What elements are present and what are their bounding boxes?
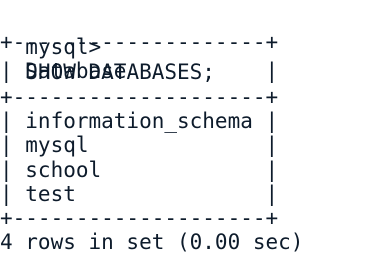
table-row: | school | xyxy=(0,158,279,182)
table-border-bottom: +--------------------+ xyxy=(0,206,279,230)
table-border-header: +--------------------+ xyxy=(0,85,279,109)
table-row: | information_schema | xyxy=(0,109,279,133)
result-summary: 4 rows in set (0.00 sec) xyxy=(0,230,304,254)
table-row: | test | xyxy=(0,182,279,206)
column-header-database: | Database | xyxy=(0,59,279,83)
table-border-top: +--------------------+ xyxy=(0,30,279,54)
table-row: | mysql | xyxy=(0,133,279,157)
